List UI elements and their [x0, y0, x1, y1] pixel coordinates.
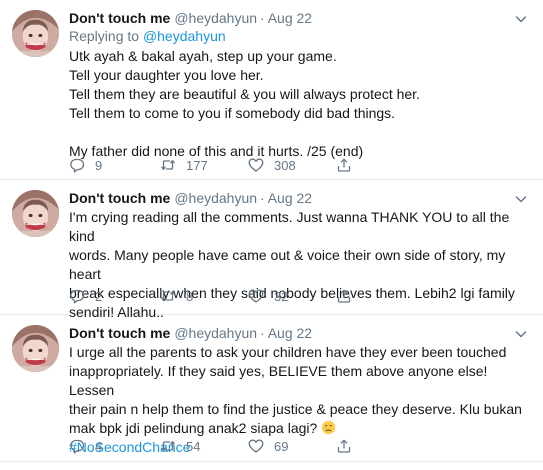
retweet-count: 177 — [186, 157, 208, 173]
heart-icon — [248, 288, 264, 304]
username[interactable]: @heydahyun — [174, 190, 257, 206]
separator-dot: · — [260, 190, 265, 206]
timestamp[interactable]: Aug 22 — [268, 190, 312, 206]
tweet-text-line: Tell them to come to you if somebody did… — [69, 105, 396, 121]
replying-to-mention[interactable]: @heydahyun — [143, 28, 226, 44]
tweet[interactable]: Don't touch me @heydahyun · Aug 22 Replying… — [0, 0, 543, 180]
tweet-text-line: break especially when they said nobody b… — [69, 285, 515, 301]
like-button[interactable]: 308 — [248, 156, 296, 174]
tweet-text-line: I'm crying reading all the comments. Jus… — [69, 209, 510, 244]
tweet-text-line: mak bpk jdi pelindung anak2 siapa lagi? — [69, 419, 529, 438]
reply-count: 2 — [95, 288, 103, 304]
share-icon — [336, 438, 352, 454]
avatar-image — [12, 10, 59, 57]
display-name[interactable]: Don't touch me — [69, 325, 170, 341]
tweet-text-line: Tell your daughter you love her. — [69, 67, 264, 83]
tweet[interactable]: Don't touch me @heydahyun · Aug 22 I'm cryi… — [0, 180, 543, 320]
share-icon — [336, 157, 352, 173]
avatar[interactable] — [12, 10, 59, 57]
tweet-header: Don't touch me @heydahyun · Aug 22 — [69, 189, 529, 207]
retweet-button[interactable]: 54 — [160, 437, 200, 455]
tweet-header: Don't touch me @heydahyun · Aug 22 — [69, 9, 529, 27]
like-button[interactable]: 69 — [248, 437, 288, 455]
tweet-text-line: their pain n help them to find the justi… — [69, 401, 522, 417]
tweet-text-segment: mak bpk jdi pelindung anak2 siapa lagi? — [69, 420, 318, 436]
avatar[interactable] — [12, 325, 59, 372]
separator-dot: · — [260, 10, 265, 26]
retweet-icon — [160, 157, 176, 173]
crying-face-emoji-icon — [321, 420, 336, 435]
reply-count: 4 — [95, 438, 103, 454]
heart-icon — [248, 438, 264, 454]
retweet-icon — [160, 438, 176, 454]
retweet-button[interactable]: 177 — [160, 156, 208, 174]
retweet-count: 8 — [186, 288, 194, 304]
reply-icon — [69, 438, 85, 454]
replying-to-label: Replying to — [69, 28, 140, 44]
tweet-header: Don't touch me @heydahyun · Aug 22 — [69, 324, 529, 342]
reply-button[interactable]: 9 — [69, 156, 102, 174]
tweet-text: I'm crying reading all the comments. Jus… — [69, 208, 529, 322]
avatar[interactable] — [12, 190, 59, 237]
share-icon — [336, 288, 352, 304]
tweet-text-line: I urge all the parents to ask your child… — [69, 344, 507, 360]
share-button[interactable] — [336, 156, 352, 174]
reply-icon — [69, 288, 85, 304]
chevron-down-icon[interactable] — [513, 191, 529, 207]
retweet-button[interactable]: 8 — [160, 287, 193, 305]
share-button[interactable] — [336, 287, 352, 305]
replying-to: Replying to @heydahyun — [69, 27, 529, 46]
retweet-count: 54 — [186, 438, 201, 454]
avatar-image — [12, 325, 59, 372]
avatar-image — [12, 190, 59, 237]
reply-button[interactable]: 2 — [69, 287, 102, 305]
tweet-text-line: words. Many people have came out & voice… — [69, 247, 506, 282]
tweet-text: Utk ayah & bakal ayah, step up your game… — [69, 47, 529, 161]
share-button[interactable] — [336, 437, 352, 455]
tweet-text: I urge all the parents to ask your child… — [69, 343, 529, 457]
tweet-timeline: Don't touch me @heydahyun · Aug 22 Replying… — [0, 0, 543, 470]
tweet-text-line: inappropriately. If they said yes, BELIE… — [69, 363, 488, 398]
timestamp[interactable]: Aug 22 — [268, 10, 312, 26]
tweet-text-line: My father did none of this and it hurts.… — [69, 143, 364, 159]
display-name[interactable]: Don't touch me — [69, 10, 170, 26]
reply-icon — [69, 157, 85, 173]
username[interactable]: @heydahyun — [174, 10, 257, 26]
display-name[interactable]: Don't touch me — [69, 190, 170, 206]
retweet-icon — [160, 288, 176, 304]
chevron-down-icon[interactable] — [513, 326, 529, 342]
like-button[interactable]: 32 — [248, 287, 288, 305]
like-count: 69 — [274, 438, 289, 454]
tweet-text-line: #NoSecondChance — [69, 438, 529, 457]
reply-button[interactable]: 4 — [69, 437, 102, 455]
tweet-text-line: Utk ayah & bakal ayah, step up your game… — [69, 48, 337, 64]
username[interactable]: @heydahyun — [174, 325, 257, 341]
reply-count: 9 — [95, 157, 103, 173]
tweet-text-line: Tell them they are beautiful & you will … — [69, 86, 420, 102]
like-count: 308 — [274, 157, 296, 173]
separator-dot: · — [260, 325, 265, 341]
timestamp[interactable]: Aug 22 — [268, 325, 312, 341]
heart-icon — [248, 157, 264, 173]
tweet[interactable]: Don't touch me @heydahyun · Aug 22 I urge a… — [0, 315, 543, 462]
like-count: 32 — [274, 288, 289, 304]
chevron-down-icon[interactable] — [513, 11, 529, 27]
